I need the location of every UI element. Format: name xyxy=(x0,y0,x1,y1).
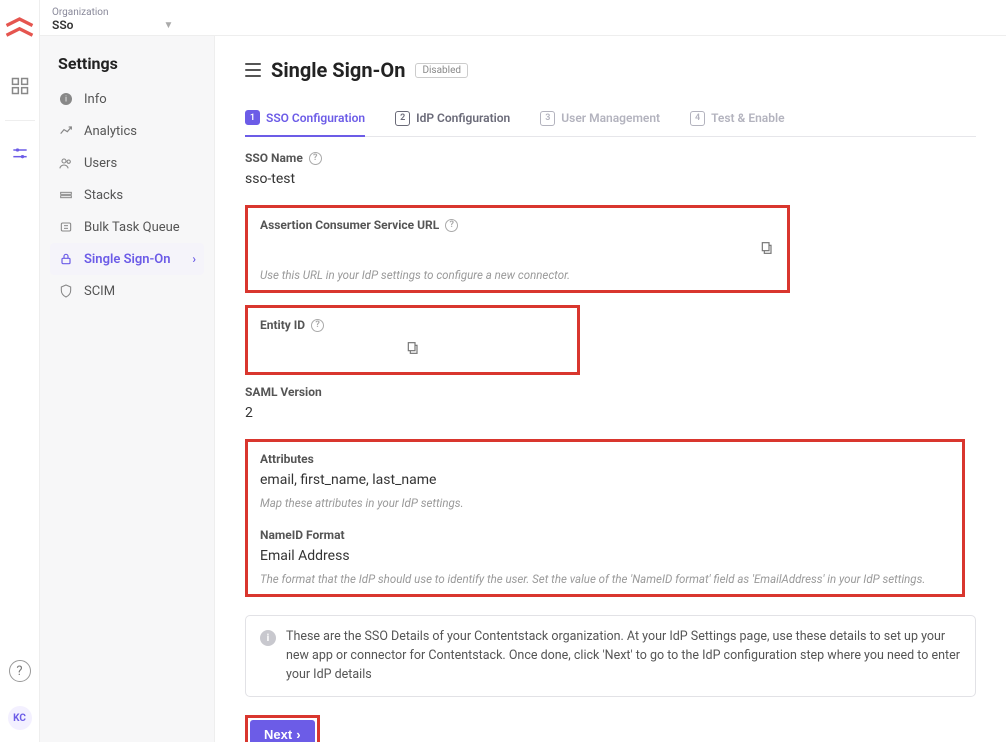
settings-sliders-icon[interactable] xyxy=(10,145,30,165)
top-bar: Organization SSo ▼ xyxy=(40,0,1006,36)
help-icon[interactable]: ? xyxy=(9,660,31,682)
org-selector[interactable]: SSo ▼ xyxy=(52,18,994,32)
page-title: Single Sign-On xyxy=(271,58,405,82)
org-label: Organization xyxy=(52,7,994,18)
sidebar-item-users[interactable]: Users xyxy=(50,147,204,179)
sidebar-item-bulk-task-queue[interactable]: Bulk Task Queue xyxy=(50,211,204,243)
next-button-label: Next xyxy=(264,727,292,742)
content-pane: Single Sign-On Disabled 1SSO Configurati… xyxy=(215,36,1006,742)
field-hint: Map these attributes in your IdP setting… xyxy=(260,492,950,510)
users-icon xyxy=(58,155,74,171)
tab-idp-configuration[interactable]: 2IdP Configuration xyxy=(395,102,510,136)
field-label-text: NameID Format xyxy=(260,528,345,542)
settings-heading: Settings xyxy=(50,54,204,83)
shield-icon xyxy=(58,283,74,299)
field-label-text: SSO Name xyxy=(245,151,303,165)
lock-icon xyxy=(58,251,74,267)
sso-name-value: sso-test xyxy=(245,165,976,191)
field-label-text: SAML Version xyxy=(245,385,322,399)
chevron-down-icon: ▼ xyxy=(163,20,173,31)
sidebar-item-analytics[interactable]: Analytics xyxy=(50,115,204,147)
chevron-right-icon: › xyxy=(296,727,300,742)
info-icon: i xyxy=(58,91,74,107)
sidebar-item-label: Info xyxy=(84,92,107,107)
sidebar-item-label: Analytics xyxy=(84,124,137,139)
icon-rail: ? KC xyxy=(0,0,40,742)
field-label-text: Entity ID xyxy=(260,318,305,332)
info-callout: i These are the SSO Details of your Cont… xyxy=(245,615,976,697)
brand-logo-icon[interactable] xyxy=(0,10,39,54)
tab-sso-configuration[interactable]: 1SSO Configuration xyxy=(245,102,365,137)
tab-label: SSO Configuration xyxy=(266,111,365,125)
field-hint: The format that the IdP should use to id… xyxy=(260,568,950,586)
next-button[interactable]: Next › xyxy=(250,720,315,742)
tab-test-enable: 4Test & Enable xyxy=(690,102,784,136)
tab-label: IdP Configuration xyxy=(416,111,510,125)
sidebar-item-label: Single Sign-On xyxy=(84,252,171,267)
copy-icon[interactable] xyxy=(759,240,775,256)
sidebar-item-label: Bulk Task Queue xyxy=(84,220,180,235)
queue-icon xyxy=(58,219,74,235)
field-sso-name: SSO Name? sso-test xyxy=(245,151,976,191)
analytics-icon xyxy=(58,123,74,139)
stacks-icon xyxy=(58,187,74,203)
sidebar-item-label: Stacks xyxy=(84,188,123,203)
help-icon[interactable]: ? xyxy=(445,219,458,232)
user-avatar[interactable]: KC xyxy=(8,706,32,730)
help-icon[interactable]: ? xyxy=(311,319,324,332)
saml-version-value: 2 xyxy=(245,399,976,425)
copy-icon[interactable] xyxy=(405,340,421,356)
help-icon[interactable]: ? xyxy=(309,152,322,165)
sidebar-item-stacks[interactable]: Stacks xyxy=(50,179,204,211)
sidebar-item-label: SCIM xyxy=(84,284,115,299)
status-badge: Disabled xyxy=(415,63,468,78)
menu-toggle-icon[interactable] xyxy=(245,63,261,77)
chevron-right-icon: › xyxy=(192,252,196,266)
sidebar-item-info[interactable]: i Info xyxy=(50,83,204,115)
settings-sidebar: Settings i Info Analytics Users Stacks Bu… xyxy=(40,36,215,742)
sidebar-item-label: Users xyxy=(84,156,117,171)
svg-text:i: i xyxy=(65,95,67,104)
sidebar-item-scim[interactable]: SCIM xyxy=(50,275,204,307)
tab-label: User Management xyxy=(561,111,660,125)
org-name: SSo xyxy=(52,18,73,32)
attributes-value: email, first_name, last_name xyxy=(260,466,950,492)
tab-user-management: 3User Management xyxy=(540,102,660,136)
next-button-highlight: Next › xyxy=(245,715,320,742)
wizard-tabs: 1SSO Configuration 2IdP Configuration 3U… xyxy=(245,102,976,137)
field-entity-id: Entity ID? xyxy=(245,305,580,375)
field-label-text: Assertion Consumer Service URL xyxy=(260,218,439,232)
info-icon: i xyxy=(260,630,276,646)
field-label-text: Attributes xyxy=(260,452,314,466)
tab-label: Test & Enable xyxy=(711,111,784,125)
field-acs-url: Assertion Consumer Service URL? Use this… xyxy=(245,205,790,293)
field-hint: Use this URL in your IdP settings to con… xyxy=(260,264,775,282)
sidebar-item-sso[interactable]: Single Sign-On › xyxy=(50,243,204,275)
attributes-nameid-box: Attributes email, first_name, last_name … xyxy=(245,439,965,597)
nameid-value: Email Address xyxy=(260,542,950,568)
dashboard-icon[interactable] xyxy=(10,76,30,96)
field-saml-version: SAML Version 2 xyxy=(245,385,976,425)
callout-text: These are the SSO Details of your Conten… xyxy=(286,628,961,684)
